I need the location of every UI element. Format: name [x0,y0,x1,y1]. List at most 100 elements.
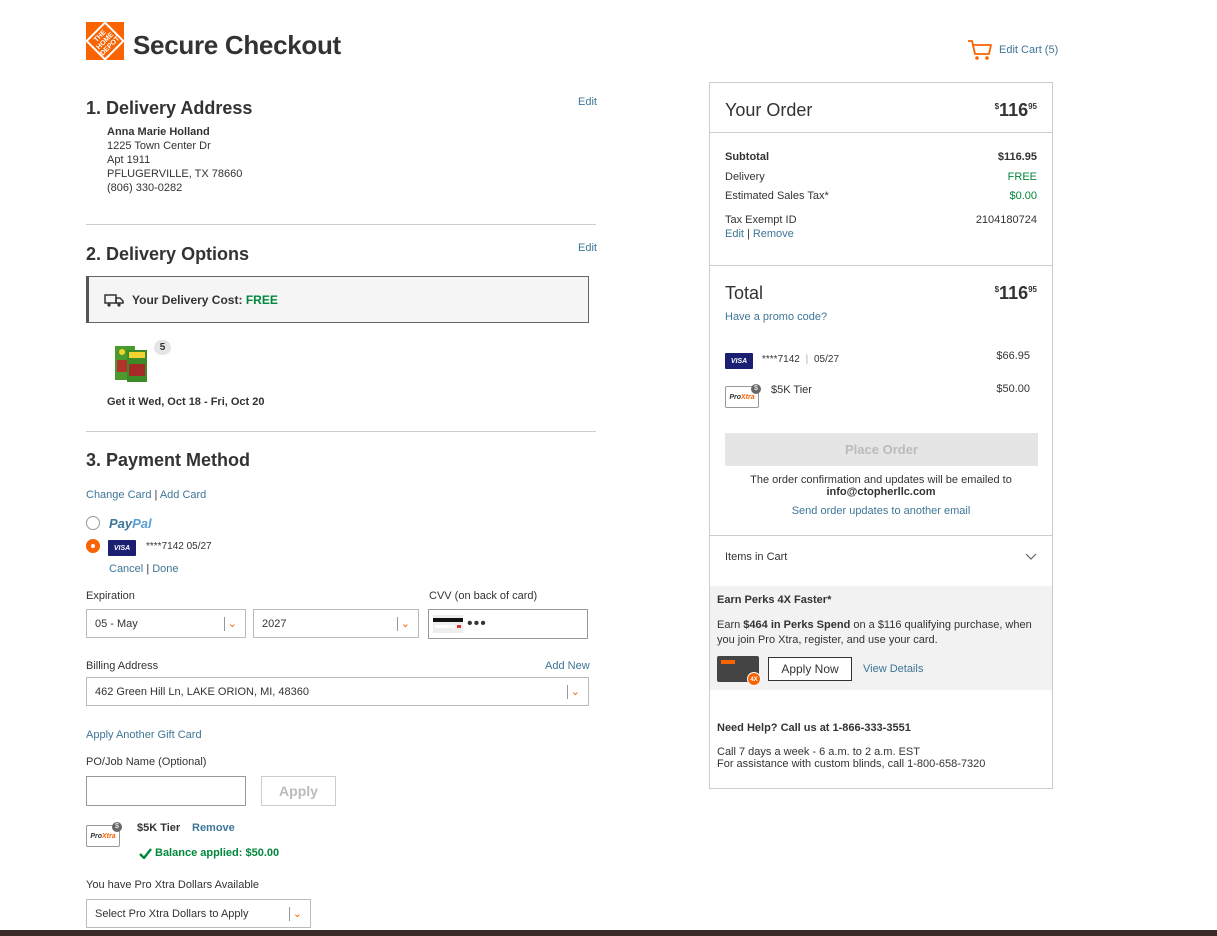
proxtra-text-a: Pro [729,393,742,401]
delivery-address-heading: 1. Delivery Address [86,98,253,118]
remove-tax-exempt-link[interactable]: Remove [753,228,794,240]
delivery-options-heading: 2. Delivery Options [86,244,250,264]
cart-icon [968,40,992,60]
help-line1: Call 7 days a week - 6 a.m. to 2 a.m. ES… [717,746,920,758]
cart-count: (5) [1044,44,1059,56]
apply-now-button[interactable]: Apply Now [768,657,852,681]
separator: | [154,489,158,501]
remove-tier-link[interactable]: Remove [192,822,235,834]
cvv-input[interactable]: ••• [428,609,588,639]
summary-card: ****7142 | 05/27 [762,354,839,365]
checkmark-icon [139,847,152,859]
edit-delivery-link[interactable]: Edit [578,242,597,254]
email-note: The order confirmation and updates will … [750,474,1012,486]
home-depot-logo[interactable]: THE HOME DEPOT [86,22,124,60]
card-exp: 05/27 [813,354,840,365]
chevron-down-icon: ⌄ [223,616,237,631]
delivery-value: FREE [1007,171,1037,183]
page-title: Secure Checkout [133,30,341,60]
exp-year-value: 2027 [262,617,287,630]
product-thumbnail[interactable] [113,342,151,384]
billing-address-label: Billing Address [86,660,159,672]
divider [86,224,596,225]
proxtra-text-a: Pro [90,832,103,840]
delivery-estimate: Get it Wed, Oct 18 - Fri, Oct 20 [107,396,265,408]
tier-label: $5K Tier [137,822,181,834]
total-label: Total [725,283,764,303]
total-cents: 95 [1028,102,1037,111]
delivery-cost-value: FREE [245,292,278,307]
perks-title: Earn Perks 4X Faster* [717,594,832,606]
tax-exempt-value: 2104180724 [975,214,1037,226]
cvv-card-icon [433,615,463,633]
pro-dollars-label: You have Pro Xtra Dollars Available [86,879,260,891]
card-radio[interactable] [86,539,100,553]
dollar-icon: $ [112,822,122,832]
perks-text: Earn $464 in Perks Spend on a $116 quali… [717,618,1042,648]
perks-bold: $464 in Perks Spend [743,619,851,631]
divider [710,265,1052,266]
summary-tier: $5K Tier [771,384,812,396]
dollar-icon: $ [751,384,761,394]
billing-address-select[interactable]: 462 Green Hill Ln, LAKE ORION, MI, 48360… [86,677,589,706]
chevron-down-icon: ⌄ [288,906,302,921]
delivery-label: Delivery [725,171,765,183]
cvv-value: ••• [467,615,487,632]
exp-year-select[interactable]: 2027 ⌄ [253,609,419,638]
address-city: PFLUGERVILLE, TX 78660 [107,168,243,180]
items-in-cart-toggle[interactable]: Items in Cart [725,551,1037,563]
apply-gift-card-link[interactable]: Apply Another Gift Card [86,729,202,741]
done-link[interactable]: Done [152,563,178,575]
confirmation-email: info@ctopherllc.com [826,486,936,498]
divider [86,431,596,432]
send-updates-link[interactable]: Send order updates to another email [710,505,1052,517]
cvv-label: CVV (on back of card) [429,590,538,602]
view-details-link[interactable]: View Details [863,663,923,675]
address-line1: 1225 Town Center Dr [107,140,211,152]
perks-text-1: Earn [717,619,744,631]
chevron-down-icon [1025,553,1037,560]
delivery-cost-label: Your Delivery Cost: [132,292,243,307]
paypal-text-b: Pal [132,516,152,531]
card-actions: Change Card | Add Card [86,489,206,501]
currency-symbol: $ [994,102,1000,111]
perks-promo: Earn Perks 4X Faster* Earn $464 in Perks… [710,586,1052,690]
divider [710,535,1052,536]
pro-dollars-select[interactable]: Select Pro Xtra Dollars to Apply ⌄ [86,899,311,928]
billing-address-value: 462 Green Hill Ln, LAKE ORION, MI, 48360 [95,685,309,698]
edit-address-link[interactable]: Edit [578,96,597,108]
edit-cart-label: Edit Cart [999,44,1042,56]
logo-box: THE HOME DEPOT [86,22,124,60]
edit-tax-exempt-link[interactable]: Edit [725,228,744,240]
edit-cart-link[interactable]: Edit Cart (5) [967,39,1058,61]
email-note-block: The order confirmation and updates will … [710,474,1052,498]
change-card-link[interactable]: Change Card [86,489,151,501]
balance-applied: Balance applied: $50.00 [139,847,279,859]
exp-month-value: 05 - May [95,617,138,630]
exp-month-select[interactable]: 05 - May ⌄ [86,609,246,638]
po-job-label: PO/Job Name (Optional) [86,756,207,768]
balance-applied-text: Balance applied: $50.00 [155,847,280,859]
paypal-text-a: Pay [109,516,133,531]
fourx-badge: 4X [747,672,761,686]
promo-code-link[interactable]: Have a promo code? [725,311,827,323]
separator: | [746,228,750,240]
your-order-heading: Your Order [725,100,813,120]
divider [710,132,1052,133]
proxtra-text-b: Xtra [102,832,116,840]
pro-dollars-select-value: Select Pro Xtra Dollars to Apply [95,907,249,920]
order-total-top: $11695 [995,100,1037,121]
po-job-input[interactable] [86,776,246,806]
order-summary-panel: Your Order $11695 Subtotal $116.95 Deliv… [709,82,1053,789]
apply-po-button[interactable]: Apply [261,776,336,806]
address-line2: Apt 1911 [107,154,151,166]
card-exp: 05/27 [186,541,212,552]
paypal-logo[interactable]: PayPal [109,516,152,531]
paypal-radio[interactable] [86,516,100,530]
delivery-cost-box: Your Delivery Cost: FREE [86,276,589,323]
cancel-link[interactable]: Cancel [109,563,143,575]
add-new-address-link[interactable]: Add New [545,660,590,672]
chevron-down-icon: ⌄ [396,616,410,631]
add-card-link[interactable]: Add Card [160,489,206,501]
place-order-button[interactable]: Place Order [725,433,1038,466]
